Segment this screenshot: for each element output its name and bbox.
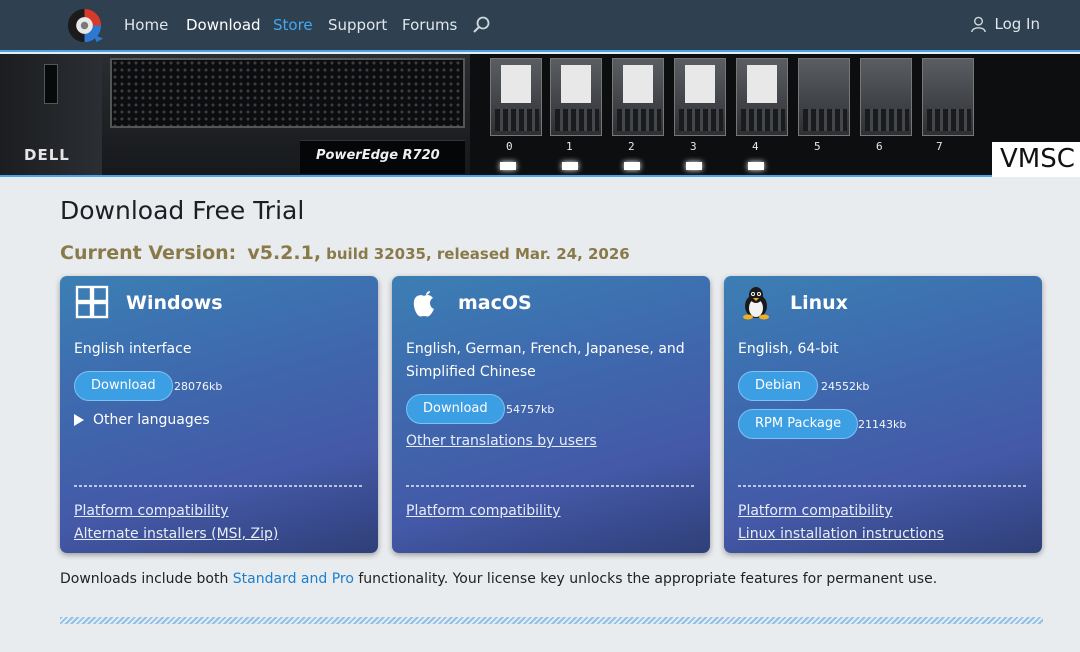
version-line: Current Version: v5.2.1, build 32035, re… (60, 242, 630, 264)
bay-number: 4 (752, 140, 759, 153)
bay-number: 2 (628, 140, 635, 153)
triangle-right-icon (74, 414, 84, 426)
hero-banner: DELL PowerEdge R720 0 1 2 3 4 5 6 7 (0, 54, 1080, 177)
divider (738, 485, 1028, 487)
windows-download-button[interactable]: Download (74, 371, 173, 401)
search-icon[interactable] (472, 15, 492, 35)
license-note-post: functionality. Your license key unlocks … (353, 571, 938, 587)
drive-bay (798, 58, 850, 136)
divider (74, 485, 364, 487)
server-grille (110, 58, 465, 128)
top-nav: Home Download Store Support Forums Log I… (0, 0, 1080, 52)
divider (406, 485, 696, 487)
card-title: Windows (126, 292, 223, 314)
model-label: PowerEdge R720 (316, 148, 440, 163)
status-led (748, 162, 764, 170)
bay-number: 0 (506, 140, 513, 153)
bay-number: 1 (566, 140, 573, 153)
card-description: English, 64-bit (738, 341, 839, 357)
drive-bay (860, 58, 912, 136)
file-size: 24552kb (821, 380, 870, 393)
macos-card: macOS English, German, French, Japanese,… (392, 276, 710, 553)
nav-home[interactable]: Home (124, 16, 168, 34)
card-title: Linux (790, 292, 848, 314)
rpm-download-button[interactable]: RPM Package (738, 409, 859, 439)
alternate-installers-link[interactable]: Alternate installers (MSI, Zip) (74, 526, 278, 542)
file-size: 54757kb (506, 403, 555, 416)
other-languages-label: Other languages (93, 412, 210, 428)
debian-download-button[interactable]: Debian (738, 371, 819, 401)
windows-icon (75, 285, 109, 319)
section-divider (60, 617, 1043, 624)
macos-download-button[interactable]: Download (406, 394, 505, 424)
bay-number: 7 (936, 140, 943, 153)
other-translations-link[interactable]: Other translations by users (406, 433, 597, 449)
login-label: Log In (994, 15, 1041, 33)
license-note: Downloads include both Standard and Pro … (60, 571, 937, 587)
nav-forums[interactable]: Forums (402, 16, 457, 34)
page-title: Download Free Trial (60, 196, 305, 225)
apple-icon (413, 291, 434, 317)
logo-icon[interactable] (66, 7, 103, 44)
usb-slot (44, 64, 58, 104)
file-size: 21143kb (858, 418, 907, 431)
bay-number: 5 (814, 140, 821, 153)
hero-overlay-text: VMSC (992, 142, 1080, 177)
bay-number: 3 (690, 140, 697, 153)
version-details: build 32035, released Mar. 24, 2026 (326, 245, 630, 263)
bay-number: 6 (876, 140, 883, 153)
status-led (624, 162, 640, 170)
version-label: Current Version: (60, 242, 237, 264)
card-title: macOS (458, 292, 532, 314)
status-led (500, 162, 516, 170)
platform-compatibility-link[interactable]: Platform compatibility (738, 503, 893, 519)
linux-instructions-link[interactable]: Linux installation instructions (738, 526, 944, 542)
card-description: English interface (74, 341, 192, 357)
platform-compatibility-link[interactable]: Platform compatibility (406, 503, 561, 519)
login-link[interactable]: Log In (970, 15, 1041, 33)
brand-badge: DELL (24, 146, 70, 164)
windows-card: Windows English interface Download 28076… (60, 276, 378, 553)
drive-bay (736, 58, 788, 136)
status-led (686, 162, 702, 170)
nav-support[interactable]: Support (328, 16, 387, 34)
drive-bay (612, 58, 664, 136)
standard-pro-link[interactable]: Standard and Pro (233, 571, 354, 587)
other-languages-toggle[interactable]: Other languages (74, 412, 210, 428)
drive-bay (922, 58, 974, 136)
drive-bay (490, 58, 542, 136)
drive-bay (550, 58, 602, 136)
drive-bay (674, 58, 726, 136)
card-description: English, German, French, Japanese, and S… (406, 341, 685, 380)
nav-download[interactable]: Download (186, 16, 261, 34)
version-number: v5.2.1, (247, 242, 322, 264)
linux-card: Linux English, 64-bit Debian 24552kb RPM… (724, 276, 1042, 553)
nav-store[interactable]: Store (273, 16, 313, 34)
platform-compatibility-link[interactable]: Platform compatibility (74, 503, 229, 519)
file-size: 28076kb (174, 380, 223, 393)
penguin-icon (743, 287, 769, 320)
license-note-pre: Downloads include both (60, 571, 233, 587)
user-icon (970, 16, 986, 32)
status-led (562, 162, 578, 170)
